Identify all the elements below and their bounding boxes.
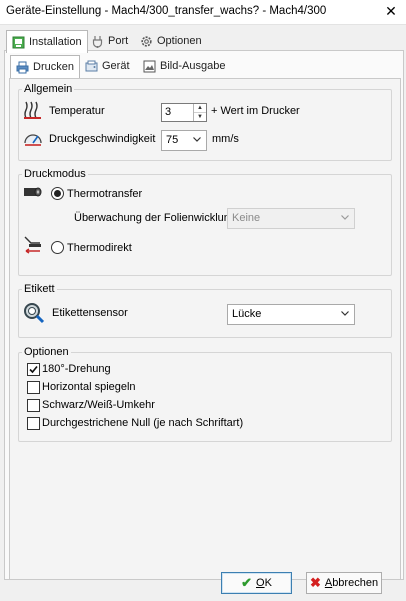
spinner-buttons: ▲ ▼ bbox=[193, 104, 206, 121]
optionen-legend: Optionen bbox=[22, 346, 71, 358]
speed-value: 75 bbox=[166, 134, 179, 146]
sensor-value: Lücke bbox=[232, 308, 262, 320]
chevron-down-icon bbox=[340, 212, 350, 222]
option-checkbox-rotate[interactable] bbox=[27, 363, 40, 376]
tab-optionen[interactable]: Optionen bbox=[135, 31, 207, 51]
label-sensor-icon bbox=[23, 302, 45, 327]
port-icon bbox=[91, 35, 104, 48]
tab-installation-label: Installation bbox=[29, 36, 82, 48]
temperatur-value: 3 bbox=[165, 106, 172, 118]
spinner-down-icon[interactable]: ▼ bbox=[194, 113, 206, 121]
tab-drucken-label: Drucken bbox=[33, 61, 74, 73]
temperatur-label: Temperatur bbox=[49, 105, 105, 117]
thermal-direct-icon bbox=[23, 235, 43, 258]
radio-selected-dot bbox=[54, 190, 61, 197]
sensor-combo[interactable]: Lücke bbox=[227, 304, 355, 325]
ok-button-label: OK bbox=[256, 577, 272, 589]
speed-unit: mm/s bbox=[212, 133, 239, 145]
dialog-client-area: Installation Port Optionen Drucken Gerät… bbox=[0, 24, 406, 601]
sensor-label: Etikettensensor bbox=[52, 307, 128, 319]
etikett-legend: Etikett bbox=[22, 283, 57, 295]
chevron-down-icon bbox=[340, 308, 350, 318]
option-label-slashed-zero[interactable]: Durchgestrichene Null (je nach Schriftar… bbox=[42, 417, 243, 429]
speed-label: Druckgeschwindigkeit bbox=[49, 133, 156, 145]
option-label-rotate[interactable]: 180°-Drehung bbox=[42, 363, 111, 375]
tab-installation[interactable]: Installation bbox=[6, 30, 88, 53]
optionen-group: Optionen 180°-Drehung Horizontal spiegel… bbox=[18, 346, 392, 442]
foil-monitoring-combo[interactable]: Keine bbox=[227, 208, 355, 229]
allgemein-legend: Allgemein bbox=[22, 83, 75, 95]
ok-button[interactable]: ✔ OK bbox=[221, 572, 292, 594]
tab-port-label: Port bbox=[108, 35, 129, 47]
speed-combo[interactable]: 75 bbox=[161, 130, 207, 151]
option-label-invert[interactable]: Schwarz/Weiß-Umkehr bbox=[42, 399, 155, 411]
thermodirekt-label[interactable]: Thermodirekt bbox=[67, 242, 132, 254]
druckmodus-legend: Druckmodus bbox=[22, 168, 88, 180]
temperatur-hint: + Wert im Drucker bbox=[211, 105, 300, 117]
gear-icon bbox=[140, 35, 153, 48]
tab-geraet[interactable]: Gerät bbox=[80, 56, 135, 76]
tab-optionen-label: Optionen bbox=[157, 35, 202, 47]
cancel-button-label: Abbrechen bbox=[324, 577, 379, 589]
image-output-icon bbox=[143, 60, 156, 73]
printer-installation-icon bbox=[12, 36, 25, 49]
druckmodus-group: Druckmodus Thermotransfer Überwachung de… bbox=[18, 168, 392, 276]
tab-bild-ausgabe-label: Bild-Ausgabe bbox=[160, 60, 226, 72]
drucken-panel: Allgemein Temperatur 3 ▲ ▼ + Wert im Dru… bbox=[9, 78, 401, 580]
window-title: Geräte-Einstellung - Mach4/300_transfer_… bbox=[6, 5, 327, 17]
installation-panel: Drucken Gerät Bild-Ausgabe Allgemein Tem… bbox=[4, 50, 404, 580]
tab-geraet-label: Gerät bbox=[102, 60, 130, 72]
thermotransfer-label[interactable]: Thermotransfer bbox=[67, 188, 142, 200]
tab-port[interactable]: Port bbox=[86, 31, 133, 51]
foil-monitoring-label: Überwachung der Folienwicklung bbox=[74, 212, 237, 224]
close-button[interactable]: ✕ bbox=[376, 0, 406, 24]
printer-icon bbox=[16, 61, 29, 74]
option-label-mirror[interactable]: Horizontal spiegeln bbox=[42, 381, 136, 393]
tab-bild-ausgabe[interactable]: Bild-Ausgabe bbox=[138, 56, 230, 76]
cancel-button[interactable]: ✖ Abbrechen bbox=[306, 572, 382, 594]
option-checkbox-invert[interactable] bbox=[27, 399, 40, 412]
temperature-icon bbox=[23, 100, 43, 123]
option-checkbox-mirror[interactable] bbox=[27, 381, 40, 394]
etikett-group: Etikett Etikettensensor Lücke bbox=[18, 283, 392, 338]
tab-drucken[interactable]: Drucken bbox=[10, 55, 80, 78]
checkmark-icon: ✔ bbox=[241, 575, 252, 590]
ribbon-roll-icon bbox=[23, 185, 43, 202]
foil-monitoring-value: Keine bbox=[232, 212, 261, 224]
temperatur-spinner[interactable]: 3 ▲ ▼ bbox=[161, 103, 207, 122]
device-icon bbox=[85, 60, 98, 73]
option-checkbox-slashed-zero[interactable] bbox=[27, 417, 40, 430]
title-bar: Geräte-Einstellung - Mach4/300_transfer_… bbox=[0, 0, 406, 24]
speedometer-icon bbox=[23, 128, 43, 151]
thermodirekt-radio[interactable] bbox=[51, 241, 64, 254]
checkmark-icon bbox=[29, 365, 38, 374]
allgemein-group: Allgemein Temperatur 3 ▲ ▼ + Wert im Dru… bbox=[18, 83, 392, 161]
thermotransfer-radio[interactable] bbox=[51, 187, 64, 200]
close-icon: ✖ bbox=[309, 575, 321, 590]
spinner-up-icon[interactable]: ▲ bbox=[194, 104, 206, 113]
chevron-down-icon bbox=[192, 134, 202, 144]
